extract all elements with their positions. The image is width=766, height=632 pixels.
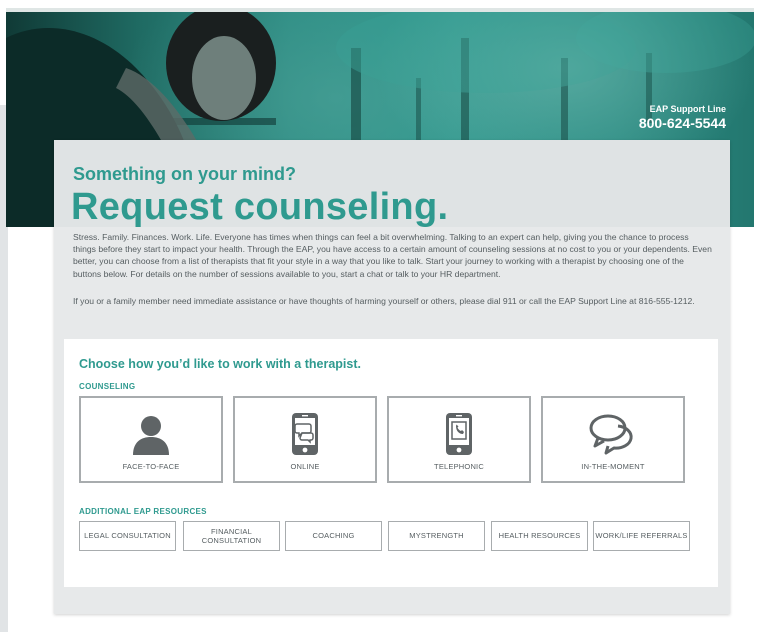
phone-call-icon	[389, 412, 529, 456]
legal-consultation-button[interactable]: LEGAL CONSULTATION	[79, 521, 176, 551]
telephonic-label: TELEPHONIC	[434, 462, 484, 471]
counseling-section-label: COUNSELING	[79, 382, 136, 391]
in-the-moment-button[interactable]: IN-THE-MOMENT	[541, 396, 685, 483]
resources-section-label: ADDITIONAL EAP RESOURCES	[79, 507, 207, 516]
face-to-face-label: FACE-TO-FACE	[122, 462, 180, 471]
page-title: Request counseling.	[71, 186, 449, 228]
emergency-paragraph: If you or a family member need immediate…	[73, 296, 695, 306]
card-header: Something on your mind? Request counseli…	[54, 140, 730, 228]
therapist-options-panel: Choose how you’d like to work with a the…	[64, 339, 718, 587]
support-line-phone[interactable]: 800-624-5544	[639, 115, 726, 131]
page-subtitle: Something on your mind?	[73, 164, 296, 184]
content-card: Something on your mind? Request counseli…	[54, 140, 730, 614]
financial-consultation-button[interactable]: FINANCIAL CONSULTATION	[183, 521, 280, 551]
hero-top-strip	[6, 8, 754, 12]
face-to-face-button[interactable]: FACE-TO-FACE	[79, 396, 223, 483]
options-heading: Choose how you’d like to work with a the…	[79, 357, 361, 371]
phone-chat-icon	[235, 412, 375, 456]
in-the-moment-label: IN-THE-MOMENT	[581, 462, 645, 471]
intro-paragraph: Stress. Family. Finances. Work. Life. Ev…	[73, 232, 712, 279]
support-line-label: EAP Support Line	[649, 104, 726, 114]
coaching-button[interactable]: COACHING	[285, 521, 382, 551]
mystrength-button[interactable]: MYSTRENGTH	[388, 521, 485, 551]
online-label: ONLINE	[290, 462, 320, 471]
person-icon	[81, 412, 221, 456]
health-resources-button[interactable]: HEALTH RESOURCES	[491, 521, 588, 551]
telephonic-button[interactable]: TELEPHONIC	[387, 396, 531, 483]
online-button[interactable]: ONLINE	[233, 396, 377, 483]
work-life-referrals-button[interactable]: WORK/LIFE REFERRALS	[593, 521, 690, 551]
speech-bubbles-icon	[543, 412, 683, 456]
support-line: EAP Support Line 800-624-5544	[639, 104, 726, 131]
